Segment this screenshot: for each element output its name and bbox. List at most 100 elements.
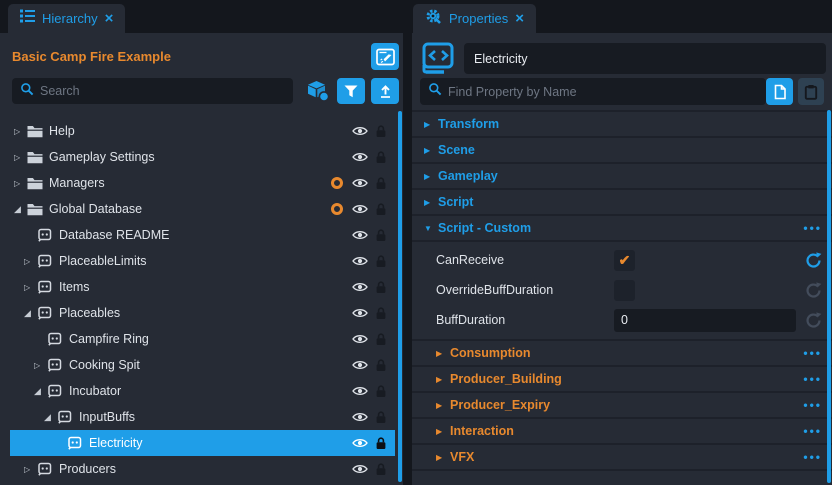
visibility-eye-icon[interactable] [352, 463, 368, 475]
visibility-eye-icon[interactable] [352, 203, 368, 215]
object-name-input[interactable] [464, 43, 826, 74]
expand-arrow-icon: ▶ [436, 427, 450, 436]
subsection-menu-button[interactable]: ••• [803, 450, 822, 464]
visibility-eye-icon[interactable] [352, 333, 368, 345]
collapse-arrow-icon[interactable]: ◢ [14, 204, 27, 215]
lock-icon[interactable] [375, 203, 387, 216]
subsection-interaction[interactable]: ▶ Interaction ••• [412, 419, 832, 445]
lock-icon[interactable] [375, 125, 387, 138]
collapse-arrow-icon[interactable]: ◢ [34, 386, 47, 397]
visibility-eye-icon[interactable] [352, 229, 368, 241]
search-icon [20, 82, 34, 101]
subsection-label: Producer_Building [450, 372, 562, 386]
section-scene[interactable]: ▶ Scene [412, 138, 832, 164]
script-object-icon [37, 306, 54, 320]
tree-item-incubator[interactable]: ◢ Incubator [10, 378, 395, 404]
field-overridebuffduration: OverrideBuffDuration [412, 275, 832, 305]
reset-icon[interactable] [805, 282, 822, 299]
expand-arrow-icon: ▶ [436, 375, 450, 384]
expand-arrow-icon[interactable]: ▷ [14, 127, 27, 136]
gear-icon [425, 8, 442, 29]
expand-arrow-icon[interactable]: ▷ [24, 257, 37, 266]
section-script[interactable]: ▶ Script [412, 190, 832, 216]
reset-icon[interactable] [805, 252, 822, 269]
properties-scrollbar[interactable] [827, 110, 831, 483]
visibility-eye-icon[interactable] [352, 281, 368, 293]
section-transform[interactable]: ▶ Transform [412, 112, 832, 138]
lock-icon[interactable] [375, 307, 387, 320]
close-icon[interactable]: × [105, 11, 114, 26]
expand-arrow-icon[interactable]: ▷ [14, 153, 27, 162]
lock-icon[interactable] [375, 229, 387, 242]
properties-tabbar: Properties × [412, 0, 832, 33]
visibility-eye-icon[interactable] [352, 151, 368, 163]
tree-item-items[interactable]: ▷ Items [10, 274, 395, 300]
lock-icon[interactable] [375, 255, 387, 268]
expand-arrow-icon[interactable]: ▷ [24, 283, 37, 292]
buffduration-input[interactable] [614, 309, 796, 332]
lock-icon[interactable] [375, 463, 387, 476]
visibility-eye-icon[interactable] [352, 437, 368, 449]
paste-properties-button[interactable] [798, 78, 824, 105]
tree-item-producers[interactable]: ▷ Producers [10, 456, 395, 482]
tree-item-placeablelimits[interactable]: ▷ PlaceableLimits [10, 248, 395, 274]
visibility-eye-icon[interactable] [352, 177, 368, 189]
lock-icon[interactable] [375, 281, 387, 294]
subsection-producer-expiry[interactable]: ▶ Producer_Expiry ••• [412, 393, 832, 419]
publish-level-button[interactable] [371, 43, 399, 70]
tree-item-electricity-selected[interactable]: Electricity [10, 430, 395, 456]
filter-button[interactable] [337, 78, 365, 104]
collapse-arrow-icon[interactable]: ◢ [44, 412, 57, 423]
upload-button[interactable] [371, 78, 399, 104]
property-search-input[interactable] [448, 85, 758, 99]
tree-item-managers[interactable]: ▷ Managers [10, 170, 395, 196]
subsection-vfx[interactable]: ▶ VFX ••• [412, 445, 832, 471]
visibility-eye-icon[interactable] [352, 125, 368, 137]
lock-icon[interactable] [375, 385, 387, 398]
visibility-eye-icon[interactable] [352, 307, 368, 319]
subsection-producer-building[interactable]: ▶ Producer_Building ••• [412, 367, 832, 393]
expand-arrow-icon[interactable]: ▷ [34, 361, 47, 370]
expand-arrow-icon[interactable]: ▷ [14, 179, 27, 188]
tree-item-database-readme[interactable]: Database README [10, 222, 395, 248]
lock-icon[interactable] [375, 333, 387, 346]
tree-item-inputbuffs[interactable]: ◢ InputBuffs [10, 404, 395, 430]
subsection-menu-button[interactable]: ••• [803, 372, 822, 386]
subsection-menu-button[interactable]: ••• [803, 346, 822, 360]
tree-item-global-database[interactable]: ◢ Global Database [10, 196, 395, 222]
section-script-custom[interactable]: ▼ Script - Custom ••• [412, 216, 832, 242]
close-icon[interactable]: × [515, 11, 524, 26]
subsection-menu-button[interactable]: ••• [803, 424, 822, 438]
tree-item-placeables[interactable]: ◢ Placeables [10, 300, 395, 326]
lock-icon[interactable] [375, 437, 387, 450]
lock-icon[interactable] [375, 151, 387, 164]
visibility-eye-icon[interactable] [352, 385, 368, 397]
tab-properties[interactable]: Properties × [413, 4, 536, 33]
lock-icon[interactable] [375, 177, 387, 190]
canreceive-checkbox[interactable]: ✔ [614, 250, 635, 271]
tab-hierarchy[interactable]: Hierarchy × [8, 4, 125, 33]
overridebuffduration-checkbox[interactable] [614, 280, 635, 301]
lock-icon[interactable] [375, 411, 387, 424]
tree-item-help[interactable]: ▷ Help [10, 118, 395, 144]
copy-properties-button[interactable] [766, 78, 793, 105]
subsection-menu-button[interactable]: ••• [803, 398, 822, 412]
visibility-eye-icon[interactable] [352, 411, 368, 423]
expand-arrow-icon[interactable]: ▷ [24, 465, 37, 474]
hierarchy-scrollbar[interactable] [398, 111, 402, 482]
reset-icon[interactable] [805, 312, 822, 329]
visibility-eye-icon[interactable] [352, 359, 368, 371]
section-gameplay[interactable]: ▶ Gameplay [412, 164, 832, 190]
expand-arrow-icon: ▶ [424, 146, 438, 155]
networked-cube-icon[interactable] [306, 80, 330, 102]
collapse-arrow-icon[interactable]: ◢ [24, 308, 37, 319]
hierarchy-search-input[interactable] [40, 84, 285, 98]
tree-item-campfire-ring[interactable]: Campfire Ring [10, 326, 395, 352]
lock-icon[interactable] [375, 359, 387, 372]
hierarchy-tabbar: Hierarchy × [0, 0, 403, 33]
visibility-eye-icon[interactable] [352, 255, 368, 267]
subsection-consumption[interactable]: ▶ Consumption ••• [412, 341, 832, 367]
section-menu-button[interactable]: ••• [803, 221, 822, 235]
tree-item-gameplay-settings[interactable]: ▷ Gameplay Settings [10, 144, 395, 170]
tree-item-cooking-spit[interactable]: ▷ Cooking Spit [10, 352, 395, 378]
